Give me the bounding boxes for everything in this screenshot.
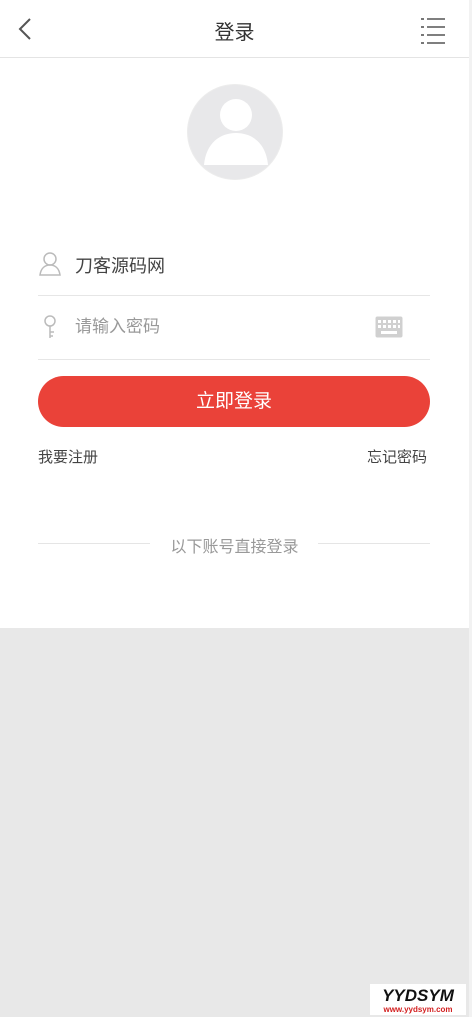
third-party-login-label: 以下账号直接登录 [170, 537, 299, 556]
keyboard-icon[interactable] [375, 316, 403, 338]
avatar[interactable] [187, 84, 283, 180]
register-link[interactable]: 我要注册 [38, 446, 98, 467]
divider-line-right [318, 543, 430, 544]
default-avatar-icon [204, 99, 268, 165]
menu-button[interactable] [418, 16, 448, 46]
user-icon [39, 252, 61, 276]
forgot-password-link[interactable]: 忘记密码 [367, 446, 427, 467]
username-row[interactable]: 刀客源码网 [38, 232, 430, 296]
top-bar: 登录 [0, 0, 469, 58]
watermark-text: YYDSYM [382, 986, 455, 1005]
watermark-subtext: www.yydsym.com [382, 1005, 452, 1014]
login-button[interactable]: 立即登录 [38, 376, 430, 427]
list-menu-icon [421, 18, 445, 44]
watermark-logo: YYDSYM www.yydsym.com [370, 984, 466, 1015]
login-page: 登录 刀客源码网 立即登录 我要注册 忘记密码 以下账号直接登录 [0, 0, 469, 628]
key-icon [44, 315, 56, 338]
page-title: 登录 [214, 20, 255, 44]
username-field[interactable]: 刀客源码网 [75, 252, 165, 278]
password-row[interactable] [38, 296, 430, 360]
password-input[interactable] [75, 310, 365, 344]
